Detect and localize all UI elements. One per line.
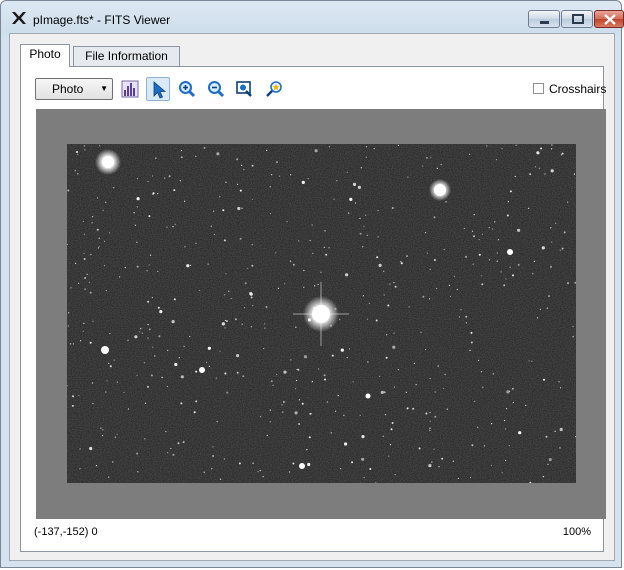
star-find-icon: [266, 81, 282, 97]
chevron-down-icon: ▼: [100, 84, 108, 93]
minimize-icon: [540, 21, 549, 24]
maximize-icon: [572, 14, 584, 24]
x-logo-icon: [12, 12, 26, 24]
client-area: Photo File Information Photo ▼ Crosshair…: [9, 33, 615, 561]
zoom-out-button[interactable]: [204, 77, 228, 101]
maximize-button[interactable]: [561, 10, 593, 28]
histogram-button[interactable]: [118, 77, 142, 101]
mode-select[interactable]: Photo ▼: [35, 78, 113, 100]
crosshairs-checkbox[interactable]: [533, 83, 544, 94]
minimize-button[interactable]: [528, 10, 560, 28]
image-viewport[interactable]: [36, 109, 606, 519]
pointer-icon: [153, 81, 167, 99]
close-icon: [604, 14, 616, 25]
zoom-fit-button[interactable]: [233, 77, 257, 101]
pointer-button[interactable]: [146, 77, 170, 101]
zoom-in-icon: [179, 81, 196, 98]
cursor-coordinates: (-137,-152) 0: [34, 526, 98, 538]
zoom-fit-icon: [236, 81, 252, 97]
window-title: pImage.fts* - FITS Viewer: [33, 13, 171, 27]
crosshairs-label: Crosshairs: [549, 82, 607, 96]
tab-file-information[interactable]: File Information: [73, 46, 180, 66]
zoom-in-button[interactable]: [175, 77, 199, 101]
zoom-out-icon: [208, 81, 225, 98]
mode-select-value: Photo: [52, 82, 84, 96]
histogram-icon: [121, 80, 139, 98]
fits-image[interactable]: [67, 144, 576, 483]
close-button[interactable]: [594, 10, 624, 28]
zoom-level: 100%: [562, 526, 591, 538]
photo-panel: Photo ▼ Crosshairs (-137,-152) 0 100%: [20, 66, 607, 552]
star-find-button[interactable]: [262, 77, 286, 101]
fits-viewer-window: pImage.fts* - FITS Viewer Photo File Inf…: [0, 0, 624, 568]
title-bar[interactable]: pImage.fts* - FITS Viewer: [1, 1, 624, 33]
tab-photo[interactable]: Photo: [20, 44, 70, 67]
